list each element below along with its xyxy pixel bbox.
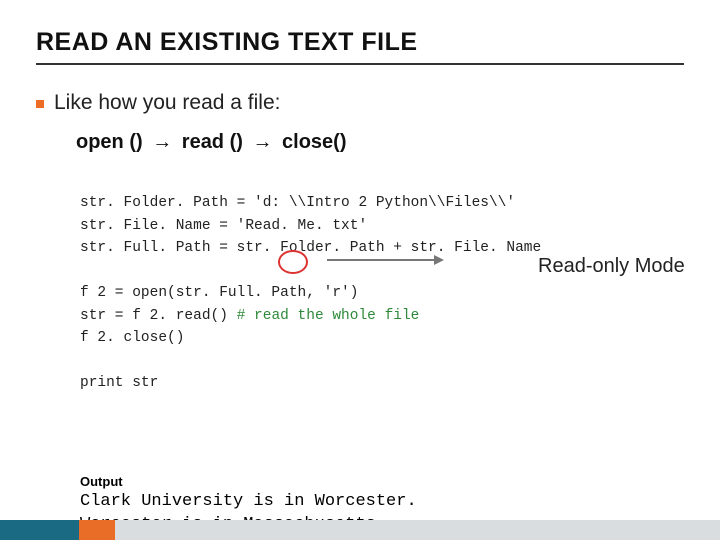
footer-segment-grey xyxy=(115,520,720,540)
output-line: Clark University is in Worcester. xyxy=(80,492,417,511)
slide: READ AN EXISTING TEXT FILE Like how you … xyxy=(0,0,720,537)
output-heading: Output xyxy=(80,474,684,489)
flow-step-open: open () xyxy=(76,131,143,153)
code-line: str = f 2. read() # read the whole file xyxy=(80,308,419,324)
code-mode-arg: 'r' xyxy=(324,285,350,301)
code-line: f 2 = open(str. Full. Path, 'r') xyxy=(80,285,358,301)
arrow-right-icon: → xyxy=(148,131,176,153)
flow-step-close: close() xyxy=(282,131,346,153)
footer-bar xyxy=(0,520,720,540)
code-line: print str xyxy=(80,375,158,391)
code-text: str = f 2. read() xyxy=(80,308,237,324)
flow-sequence: open () → read () → close() xyxy=(76,131,684,154)
code-blank xyxy=(80,353,89,369)
code-line: str. Folder. Path = 'd: \\Intro 2 Python… xyxy=(80,195,515,211)
code-line: str. Full. Path = str. Folder. Path + st… xyxy=(80,240,541,256)
flow-step-read: read () xyxy=(182,131,243,153)
arrow-right-icon: → xyxy=(248,131,276,153)
code-comment: # read the whole file xyxy=(237,308,420,324)
annotation-label: Read-only Mode xyxy=(538,255,685,278)
code-line: f 2. close() xyxy=(80,330,184,346)
square-bullet-icon xyxy=(36,100,44,108)
page-title: READ AN EXISTING TEXT FILE xyxy=(36,28,684,65)
code-blank xyxy=(80,263,89,279)
code-text: f 2 = open(str. Full. Path, xyxy=(80,285,324,301)
bullet-item: Like how you read a file: xyxy=(36,91,684,115)
code-text: ) xyxy=(350,285,359,301)
footer-segment-orange xyxy=(79,520,115,540)
code-line: str. File. Name = 'Read. Me. txt' xyxy=(80,218,367,234)
annotation-arrow-icon xyxy=(327,259,442,261)
code-block: str. Folder. Path = 'd: \\Intro 2 Python… xyxy=(80,170,684,462)
footer-segment-teal xyxy=(0,520,79,540)
bullet-text: Like how you read a file: xyxy=(54,91,280,115)
